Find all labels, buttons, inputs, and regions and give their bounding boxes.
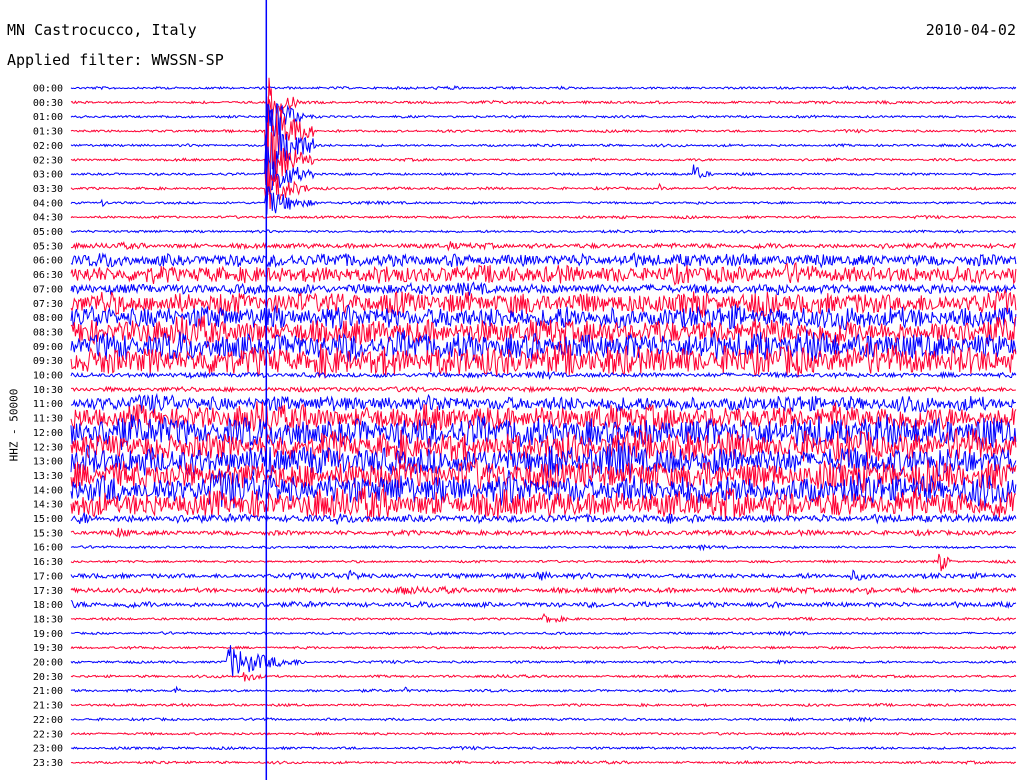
trace-line [70,645,1017,677]
tick-label: 16:30 [33,557,63,568]
tick-label: 06:00 [33,256,63,267]
trace-line [70,645,1017,651]
tick-label: 19:00 [33,629,63,640]
tick-label: 23:00 [33,744,63,755]
trace-line [70,98,1017,162]
trace-line [70,281,1017,296]
tick-label: 10:00 [33,371,63,382]
tick-label: 06:30 [33,270,63,281]
tick-label: 17:30 [33,586,63,597]
tick-label: 18:30 [33,614,63,625]
tick-label: 07:00 [33,284,63,295]
tick-label: 01:30 [33,127,63,138]
trace-line [70,553,1017,572]
tick-label: 22:30 [33,729,63,740]
time-tick-labels: 00:00 00:30 01:00 01:30 02:00 02:30 03:00 03:30… [33,84,63,769]
tick-label: 05:30 [33,241,63,252]
trace-line [70,240,1017,252]
tick-label: 00:00 [33,84,63,95]
tick-label: 09:30 [33,356,63,367]
trace-line [70,103,1017,180]
trace-line [70,252,1017,269]
trace-line [70,385,1016,394]
tick-label: 12:00 [33,428,63,439]
tick-label: 04:30 [33,213,63,224]
trace-line [70,745,1017,751]
tick-label: 19:30 [33,643,63,654]
tick-label: 08:00 [33,313,63,324]
trace-line [70,716,1017,723]
tick-label: 18:00 [33,600,63,611]
trace-line [70,84,1017,91]
tick-label: 13:00 [33,457,63,468]
trace-line [70,143,1016,201]
tick-label: 10:30 [33,385,63,396]
tick-label: 23:30 [33,758,63,769]
trace-line [70,702,1017,708]
tick-label: 03:30 [33,184,63,195]
tick-label: 02:00 [33,141,63,152]
tick-label: 14:00 [33,485,63,496]
tick-label: 12:30 [33,442,63,453]
tick-label: 13:30 [33,471,63,482]
trace-line [70,370,1017,381]
trace-line [70,527,1017,539]
seismic-traces [70,77,1017,765]
tick-label: 15:30 [33,528,63,539]
trace-line [70,103,1016,141]
trace-line [70,585,1017,596]
tick-label: 21:30 [33,701,63,712]
tick-label: 05:00 [33,227,63,238]
tick-label: 02:30 [33,155,63,166]
helicorder-plot: 00:00 00:30 01:00 01:30 02:00 02:30 03:00 03:30… [33,0,1017,780]
tick-label: 20:30 [33,672,63,683]
trace-line [70,685,1017,693]
trace-line [70,121,1017,192]
trace-line [70,599,1017,610]
trace-line [70,630,1017,637]
trace-line [70,759,1017,765]
tick-label: 17:00 [33,571,63,582]
tick-label: 20:00 [33,658,63,669]
tick-label: 07:30 [33,299,63,310]
tick-label: 22:00 [33,715,63,726]
tick-label: 03:00 [33,170,63,181]
trace-line [70,569,1017,581]
tick-label: 16:00 [33,543,63,554]
trace-line [70,214,1017,220]
tick-label: 11:00 [33,399,63,410]
trace-line [70,544,1017,552]
tick-label: 15:00 [33,514,63,525]
trace-line [70,512,1017,525]
tick-label: 14:30 [33,500,63,511]
trace-line [70,261,1017,286]
tick-label: 01:00 [33,112,63,123]
tick-label: 11:30 [33,414,63,425]
trace-line [70,186,1017,215]
tick-label: 09:00 [33,342,63,353]
trace-line [70,77,1016,130]
tick-label: 00:30 [33,98,63,109]
trace-line [70,229,1016,234]
tick-label: 08:30 [33,327,63,338]
trace-line [70,731,1017,737]
tick-label: 04:00 [33,198,63,209]
trace-line [70,672,1017,682]
trace-line [70,612,1016,624]
tick-label: 21:00 [33,686,63,697]
